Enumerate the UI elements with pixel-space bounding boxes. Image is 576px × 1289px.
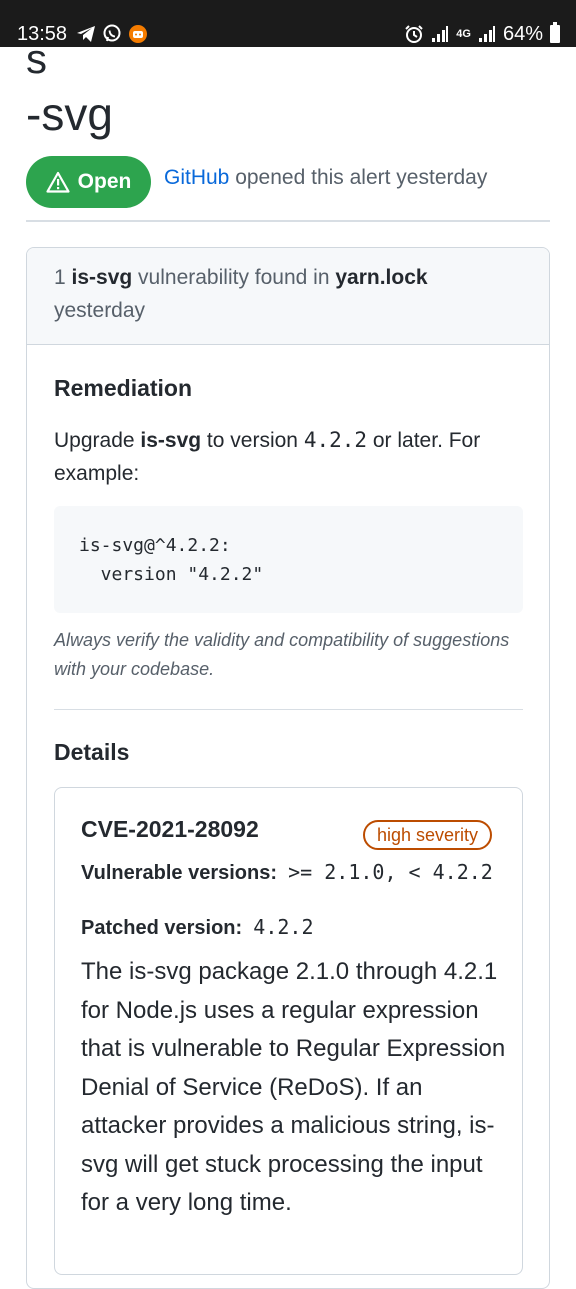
vulnerability-count: 1 [54,266,72,289]
code-line: version "4.2.2" [79,564,264,585]
verification-note: Always verify the validity and compatibi… [54,630,510,679]
patched-label: Patched version: [81,917,243,939]
cve-details-box: CVE-2021-28092 high severity Vulnerable … [54,787,523,1275]
divider [26,220,550,222]
network-type-label: 4G [456,27,471,40]
vulnerable-value: >= 2.1.0, < 4.2.2 [288,860,493,884]
alert-triangle-icon [46,171,70,193]
status-left-icons [76,22,148,46]
page-title: -svg [26,88,113,140]
alert-state-badge: Open [26,156,151,208]
status-right-icons: 4G 64% [404,22,560,46]
signal-icon [478,26,495,42]
divider [54,709,523,710]
card-header: 1 is-svg vulnerability found in yarn.loc… [27,248,549,345]
opener-link[interactable]: GitHub [164,166,229,189]
alert-card: 1 is-svg vulnerability found in yarn.loc… [26,247,550,1289]
patched-value: 4.2.2 [253,915,314,939]
package-name: is-svg [71,266,133,289]
remediation-version: 4.2.2 [303,428,368,452]
page-title-fragment: s [26,35,47,82]
severity-badge: high severity [363,820,493,850]
remediation-package: is-svg [140,429,202,452]
code-block: is-svg@^4.2.2: version "4.2.2" [79,531,263,589]
remediation-prefix: Upgrade [54,429,141,452]
lockfile-name: yarn.lock [335,266,428,289]
vulnerable-versions: Vulnerable versions: >= 2.1.0, < 4.2.2 [81,858,501,887]
alert-meta: GitHub opened this alert yesterday [164,166,487,190]
alert-meta-text: opened this alert yesterday [229,166,488,189]
code-line: is-svg@^4.2.2: [79,535,231,556]
telegram-icon [77,26,95,42]
battery-icon [550,22,560,43]
cve-id[interactable]: CVE-2021-28092 [81,816,259,843]
details-heading: Details [54,739,130,765]
signal-icon [432,26,449,42]
remediation-heading: Remediation [54,375,193,401]
vulnerable-label: Vulnerable versions: [81,862,277,884]
vulnerability-summary: 1 is-svg vulnerability found in yarn.loc… [54,266,428,290]
battery-percent: 64% [502,22,543,45]
alert-state-label: Open [77,170,132,193]
notification-app-icon [129,25,147,43]
patched-version: Patched version: 4.2.2 [81,913,314,942]
alarm-icon [405,25,423,43]
status-bar: 13:58 4G 64% [0,0,576,47]
summary-mid-text: vulnerability found in [132,266,336,289]
code-example: is-svg@^4.2.2: version "4.2.2" [54,506,523,613]
remediation-mid: to version [201,429,304,452]
vulnerability-description: The is-svg package 2.1.0 through 4.2.1 f… [81,958,506,1216]
summary-time: yesterday [54,299,146,322]
remediation-text: Upgrade is-svg to version 4.2.2 or later… [54,424,524,490]
viber-icon [103,24,121,42]
